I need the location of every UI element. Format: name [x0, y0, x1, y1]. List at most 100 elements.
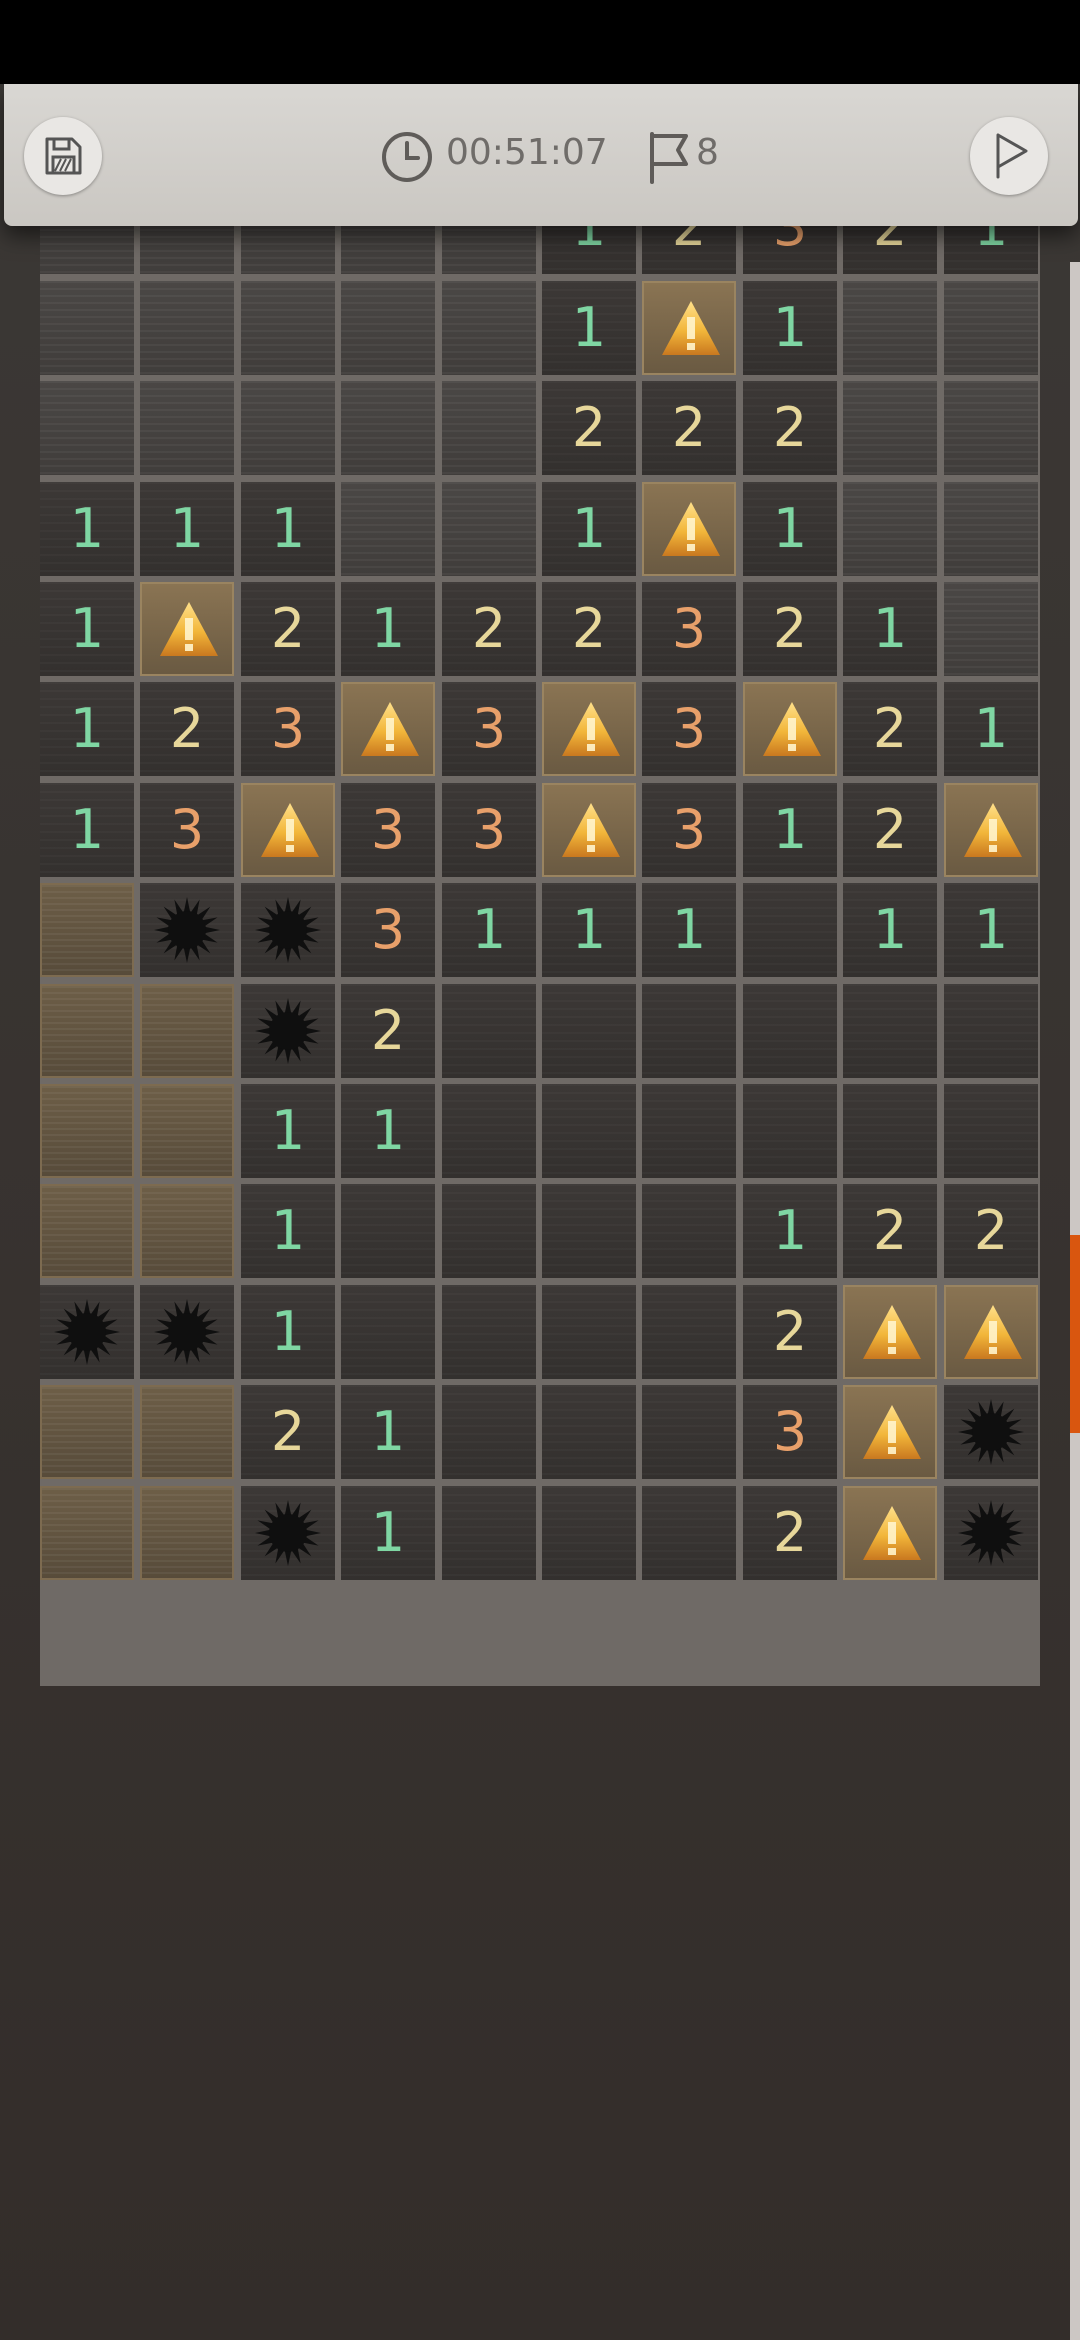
- open-cell[interactable]: [642, 1486, 736, 1580]
- play-button[interactable]: [970, 117, 1048, 195]
- covered-cell[interactable]: [40, 984, 134, 1078]
- open-cell[interactable]: [542, 984, 636, 1078]
- flagged-cell[interactable]: [642, 281, 736, 375]
- covered-cell[interactable]: [140, 1385, 234, 1479]
- open-cell[interactable]: [542, 1184, 636, 1278]
- closed-cell[interactable]: [944, 482, 1038, 576]
- open-cell[interactable]: [944, 1084, 1038, 1178]
- number-cell[interactable]: 3: [341, 783, 435, 877]
- open-cell[interactable]: [442, 1486, 536, 1580]
- number-cell[interactable]: 2: [341, 984, 435, 1078]
- closed-cell[interactable]: [241, 381, 335, 475]
- flagged-cell[interactable]: [241, 783, 335, 877]
- covered-cell[interactable]: [40, 1486, 134, 1580]
- number-cell[interactable]: 2: [743, 582, 837, 676]
- closed-cell[interactable]: [241, 281, 335, 375]
- flagged-cell[interactable]: [341, 682, 435, 776]
- flagged-cell[interactable]: [743, 682, 837, 776]
- covered-cell[interactable]: [40, 883, 134, 977]
- closed-cell[interactable]: [140, 381, 234, 475]
- closed-cell[interactable]: [341, 281, 435, 375]
- closed-cell[interactable]: [40, 281, 134, 375]
- closed-cell[interactable]: [944, 582, 1038, 676]
- closed-cell[interactable]: [341, 482, 435, 576]
- covered-cell[interactable]: [40, 1084, 134, 1178]
- number-cell[interactable]: 2: [542, 582, 636, 676]
- closed-cell[interactable]: [843, 281, 937, 375]
- number-cell[interactable]: 1: [40, 682, 134, 776]
- number-cell[interactable]: 3: [642, 582, 736, 676]
- flagged-cell[interactable]: [843, 1486, 937, 1580]
- covered-cell[interactable]: [140, 984, 234, 1078]
- number-cell[interactable]: 1: [944, 883, 1038, 977]
- number-cell[interactable]: 2: [542, 381, 636, 475]
- flagged-cell[interactable]: [843, 1285, 937, 1379]
- number-cell[interactable]: 1: [542, 883, 636, 977]
- number-cell[interactable]: 1: [542, 482, 636, 576]
- open-cell[interactable]: [542, 1084, 636, 1178]
- mine-cell[interactable]: [40, 1285, 134, 1379]
- number-cell[interactable]: 3: [140, 783, 234, 877]
- open-cell[interactable]: [442, 984, 536, 1078]
- number-cell[interactable]: 2: [241, 1385, 335, 1479]
- number-cell[interactable]: 3: [442, 682, 536, 776]
- closed-cell[interactable]: [843, 482, 937, 576]
- number-cell[interactable]: 2: [843, 783, 937, 877]
- number-cell[interactable]: 1: [642, 883, 736, 977]
- closed-cell[interactable]: [442, 482, 536, 576]
- number-cell[interactable]: 2: [241, 582, 335, 676]
- open-cell[interactable]: [743, 1084, 837, 1178]
- number-cell[interactable]: 1: [743, 783, 837, 877]
- closed-cell[interactable]: [843, 381, 937, 475]
- number-cell[interactable]: 1: [743, 281, 837, 375]
- number-cell[interactable]: 1: [40, 482, 134, 576]
- open-cell[interactable]: [944, 984, 1038, 1078]
- number-cell[interactable]: 3: [442, 783, 536, 877]
- covered-cell[interactable]: [140, 1486, 234, 1580]
- number-cell[interactable]: 2: [642, 381, 736, 475]
- mine-cell[interactable]: [944, 1385, 1038, 1479]
- closed-cell[interactable]: [140, 281, 234, 375]
- open-cell[interactable]: [341, 1184, 435, 1278]
- number-cell[interactable]: 3: [341, 883, 435, 977]
- mine-cell[interactable]: [241, 984, 335, 1078]
- open-cell[interactable]: [642, 1084, 736, 1178]
- closed-cell[interactable]: [442, 281, 536, 375]
- closed-cell[interactable]: [944, 381, 1038, 475]
- closed-cell[interactable]: [341, 381, 435, 475]
- number-cell[interactable]: 2: [843, 1184, 937, 1278]
- number-cell[interactable]: 1: [40, 783, 134, 877]
- number-cell[interactable]: 2: [743, 381, 837, 475]
- open-cell[interactable]: [442, 1184, 536, 1278]
- number-cell[interactable]: 2: [843, 682, 937, 776]
- number-cell[interactable]: 1: [341, 1084, 435, 1178]
- number-cell[interactable]: 3: [743, 1385, 837, 1479]
- open-cell[interactable]: [843, 984, 937, 1078]
- open-cell[interactable]: [743, 984, 837, 1078]
- mine-cell[interactable]: [140, 883, 234, 977]
- flagged-cell[interactable]: [642, 482, 736, 576]
- number-cell[interactable]: 2: [944, 1184, 1038, 1278]
- open-cell[interactable]: [341, 1285, 435, 1379]
- flagged-cell[interactable]: [542, 682, 636, 776]
- flagged-cell[interactable]: [140, 582, 234, 676]
- number-cell[interactable]: 2: [743, 1285, 837, 1379]
- open-cell[interactable]: [442, 1385, 536, 1479]
- number-cell[interactable]: 1: [743, 1184, 837, 1278]
- save-button[interactable]: [24, 117, 102, 195]
- flagged-cell[interactable]: [542, 783, 636, 877]
- open-cell[interactable]: [743, 883, 837, 977]
- covered-cell[interactable]: [40, 1184, 134, 1278]
- number-cell[interactable]: 2: [442, 582, 536, 676]
- scrollbar-thumb[interactable]: [1070, 1235, 1080, 1433]
- open-cell[interactable]: [642, 984, 736, 1078]
- mine-cell[interactable]: [140, 1285, 234, 1379]
- closed-cell[interactable]: [40, 381, 134, 475]
- mine-cell[interactable]: [241, 1486, 335, 1580]
- number-cell[interactable]: 1: [241, 1285, 335, 1379]
- number-cell[interactable]: 1: [843, 883, 937, 977]
- number-cell[interactable]: 1: [843, 582, 937, 676]
- mine-cell[interactable]: [944, 1486, 1038, 1580]
- number-cell[interactable]: 2: [743, 1486, 837, 1580]
- flagged-cell[interactable]: [944, 783, 1038, 877]
